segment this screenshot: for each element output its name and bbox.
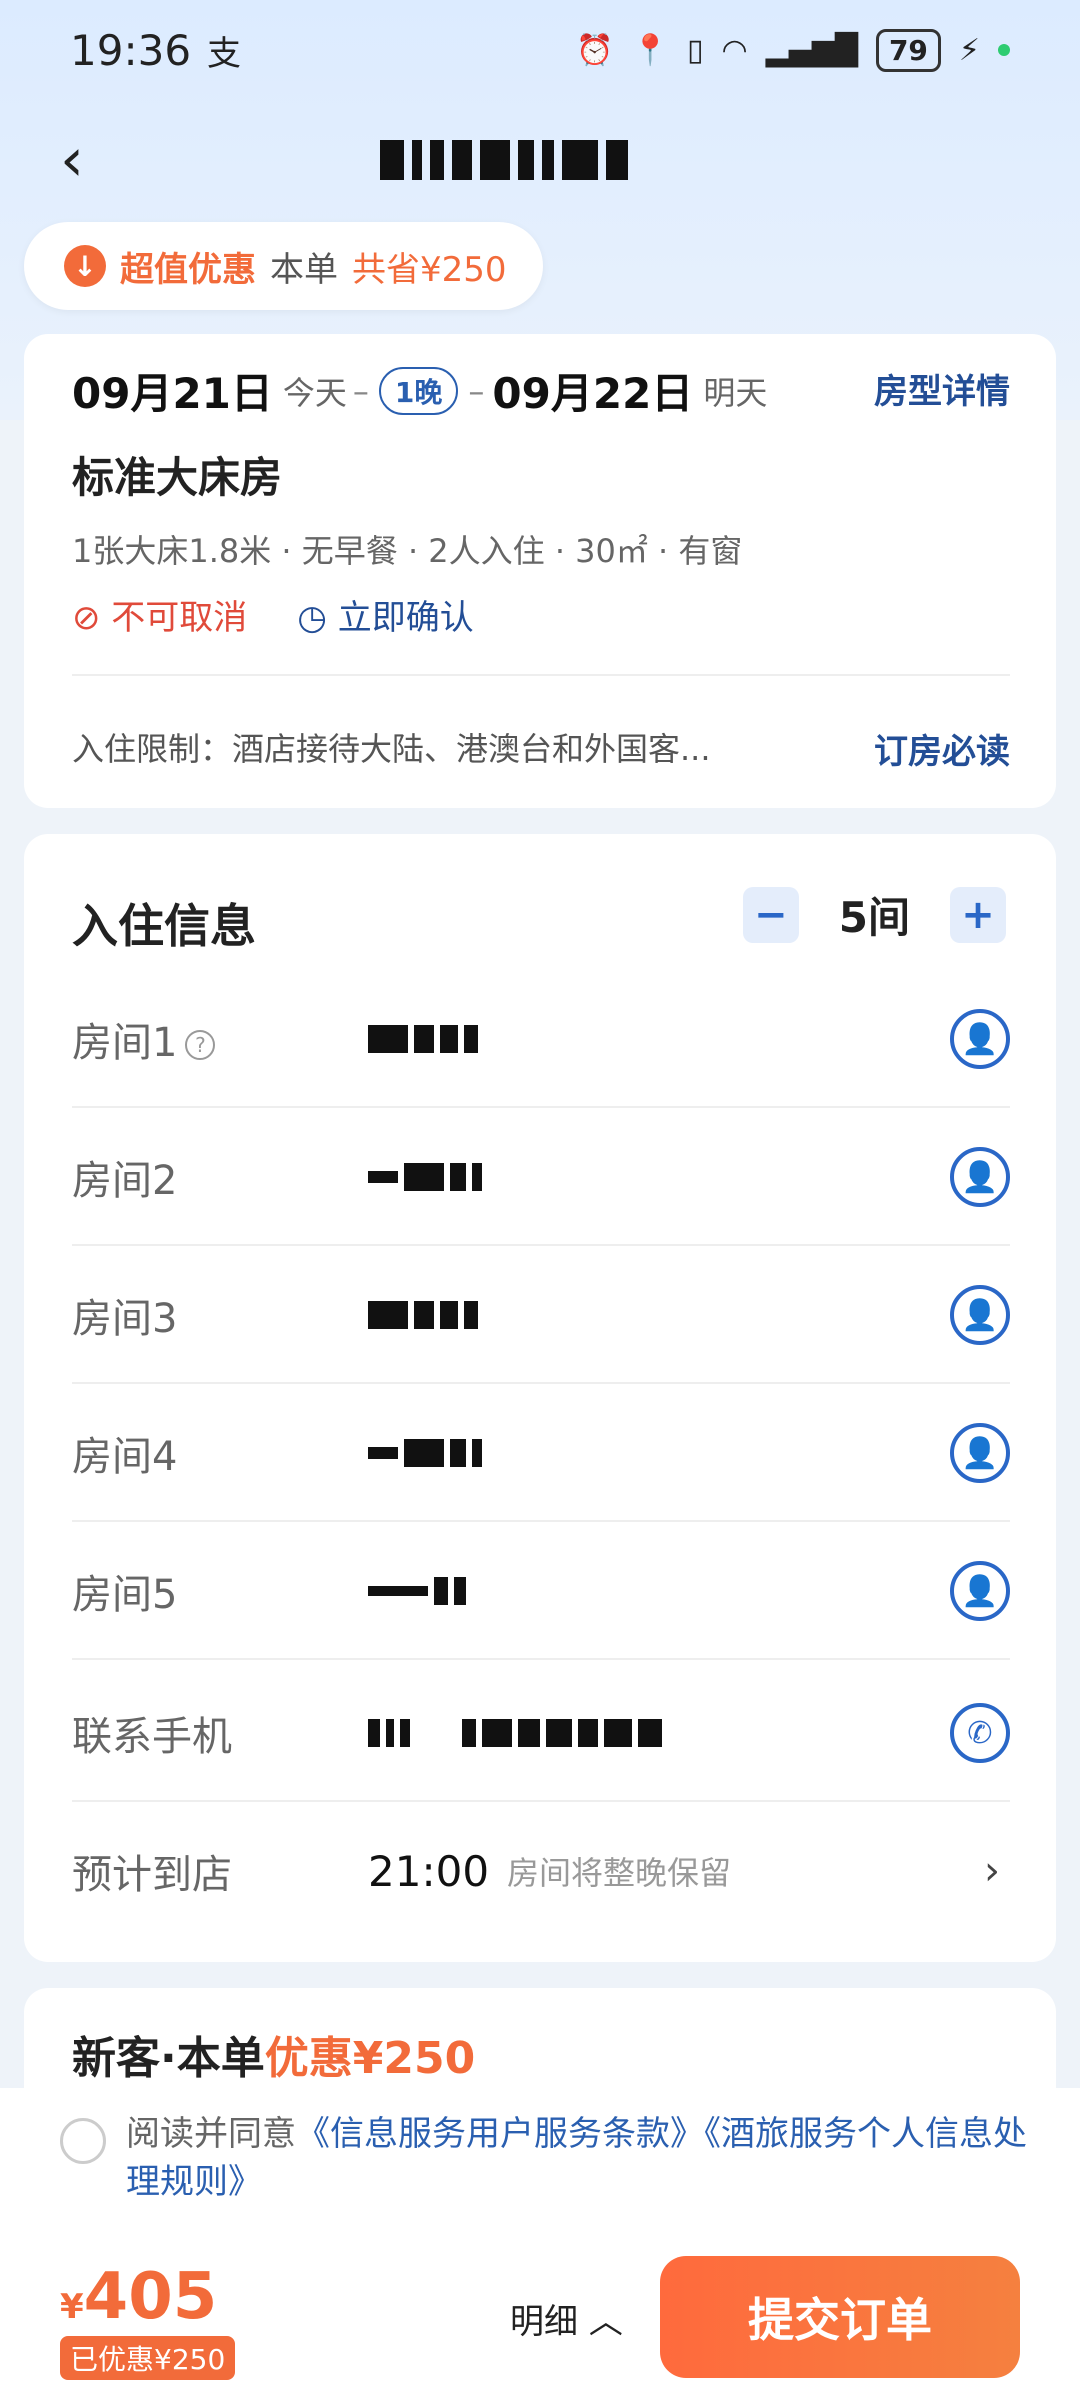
room-guest-row[interactable]: 房间1? 👤: [72, 970, 1010, 1108]
chevron-up-icon: ︿: [588, 2302, 623, 2342]
submit-order-button[interactable]: 提交订单: [660, 2256, 1020, 2378]
non-cancellable-tag: ⊘ 不可取消: [72, 590, 247, 639]
instant-confirm-label: 立即确认: [337, 598, 474, 638]
charging-icon: ⚡: [958, 32, 980, 68]
saved-badge: 已优惠¥250: [60, 2336, 236, 2380]
room-guest-row[interactable]: 房间2 👤: [72, 1108, 1010, 1246]
help-icon[interactable]: ?: [185, 1030, 216, 1060]
discount-arrow-icon: ↓: [64, 245, 106, 287]
checkout-date: 09月22日: [492, 369, 694, 418]
room-label: 房间5: [72, 1572, 178, 1618]
currency-symbol: ¥: [60, 2287, 84, 2327]
increase-rooms-button[interactable]: +: [950, 886, 1006, 943]
room-count-value: 5间: [838, 893, 910, 942]
status-icons: ⏰ 📍 ▯ ◠ ▂▄▆█ 79 ⚡: [576, 28, 1010, 72]
contact-person-icon[interactable]: 👤: [950, 1147, 1010, 1207]
clock-icon: ◷: [297, 598, 338, 638]
discount-amount: 优惠¥250: [264, 2033, 476, 2084]
location-icon: 📍: [631, 32, 669, 68]
checkin-restriction: 入住限制：酒店接待大陆、港澳台和外国客...: [72, 730, 711, 768]
contact-person-icon[interactable]: 👤: [950, 1423, 1010, 1483]
new-customer-discount: 新客·本单优惠¥250: [72, 2022, 475, 2086]
promo-text-prefix: 本单: [270, 249, 338, 290]
vibrate-icon: ▯: [686, 32, 704, 68]
guest-name-masked[interactable]: [368, 1439, 482, 1467]
back-arrow-icon[interactable]: ‹: [60, 128, 120, 192]
instant-confirm-tag: ◷ 立即确认: [297, 590, 473, 639]
agreement-section: 阅读并同意《信息服务用户服务条款》《酒旅服务个人信息处理规则》: [0, 2088, 1080, 2238]
guest-info-title: 入住信息: [72, 899, 256, 953]
signal-icon: ▂▄▆█: [765, 32, 858, 68]
guest-info-card: 入住信息 − 5间 + 房间1? 👤 房间2 👤 房间3 👤 房间4 👤 房间5…: [24, 834, 1056, 1962]
price-value: 405: [83, 2260, 218, 2334]
room-label: 房间3: [72, 1296, 178, 1342]
room-guest-row[interactable]: 房间5 👤: [72, 1522, 1010, 1660]
arrival-note: 房间将整晚保留: [507, 1854, 732, 1892]
contact-person-icon[interactable]: 👤: [950, 1285, 1010, 1345]
detail-label: 明细: [510, 2302, 578, 2342]
room-label: 房间2: [72, 1158, 178, 1204]
arrival-time-row[interactable]: 预计到店 21:00 房间将整晚保留 ›: [72, 1802, 1010, 1940]
contact-person-icon[interactable]: 👤: [950, 1561, 1010, 1621]
status-bar: 19:36 支 ⏰ 📍 ▯ ◠ ▂▄▆█ 79 ⚡: [0, 0, 1080, 100]
date-dash: –: [468, 371, 485, 410]
wifi-icon: ◠: [721, 32, 748, 68]
alipay-icon: 支: [207, 33, 242, 74]
guest-name-masked[interactable]: [368, 1301, 478, 1329]
non-cancellable-label: 不可取消: [111, 598, 248, 638]
date-range: 09月21日 今天 – 1晚 – 09月22日 明天: [72, 360, 767, 421]
room-label-text: 房间1: [72, 1020, 178, 1066]
battery-indicator: 79: [875, 28, 941, 72]
checkout-day: 明天: [703, 373, 768, 412]
promo-label: 超值优惠: [120, 249, 256, 290]
price-detail-toggle[interactable]: 明细 ︿: [510, 2294, 623, 2343]
date-dash: –: [352, 371, 369, 410]
prohibit-icon: ⊘: [72, 598, 112, 638]
guest-name-masked[interactable]: [368, 1163, 482, 1191]
nights-badge: 1晚: [378, 366, 459, 415]
total-price: ¥405: [60, 2260, 217, 2334]
room-name: 标准大床房: [72, 453, 283, 502]
phone-label: 联系手机: [72, 1714, 232, 1760]
promo-banner: ↓ 超值优惠 本单 共省¥250: [24, 222, 543, 310]
arrival-time-value: 21:00: [368, 1846, 490, 1896]
room-label: 房间4: [72, 1434, 178, 1480]
booking-summary-card: 09月21日 今天 – 1晚 – 09月22日 明天 房型详情 标准大床房 1张…: [24, 334, 1056, 808]
checkin-day: 今天: [282, 373, 347, 412]
contact-person-icon[interactable]: 👤: [950, 1009, 1010, 1069]
alarm-icon: ⏰: [576, 32, 614, 68]
room-attributes: 1张大床1.8米 · 无早餐 · 2人入住 · 30㎡ · 有窗: [72, 532, 743, 570]
must-read-link[interactable]: 订房必读: [874, 724, 1010, 773]
phone-number-masked[interactable]: [368, 1719, 662, 1747]
nav-bar: ‹: [0, 110, 1080, 210]
arrival-label: 预计到店: [72, 1852, 232, 1898]
agreement-checkbox[interactable]: [60, 2118, 106, 2164]
guest-name-masked[interactable]: [368, 1577, 466, 1605]
room-count-stepper: − 5间 +: [742, 884, 1006, 945]
agreement-text: 阅读并同意《信息服务用户服务条款》《酒旅服务个人信息处理规则》: [126, 2110, 1032, 2206]
divider: [72, 1658, 1010, 1660]
guest-name-masked[interactable]: [368, 1025, 478, 1053]
status-time: 19:36: [70, 25, 192, 75]
divider: [72, 674, 1010, 676]
contact-phone-row[interactable]: 联系手机 ✆: [72, 1664, 1010, 1802]
terms-link[interactable]: 《信息服务用户服务条款》: [296, 2114, 704, 2154]
room-guest-row[interactable]: 房间4 👤: [72, 1384, 1010, 1522]
bottom-bar: ¥405 已优惠¥250 明细 ︿ 提交订单: [0, 2238, 1080, 2400]
room-tags: ⊘ 不可取消 ◷ 立即确认: [72, 590, 474, 639]
phone-icon[interactable]: ✆: [950, 1703, 1010, 1763]
agreement-prefix: 阅读并同意: [126, 2114, 296, 2154]
room-guest-row[interactable]: 房间3 👤: [72, 1246, 1010, 1384]
decrease-rooms-button[interactable]: −: [742, 886, 799, 943]
checkin-date: 09月21日: [72, 369, 273, 418]
room-label: 房间1?: [72, 1010, 368, 1068]
promo-savings: 共省¥250: [352, 249, 507, 290]
chevron-right-icon[interactable]: ›: [984, 1848, 1000, 1894]
room-detail-link[interactable]: 房型详情: [874, 364, 1010, 413]
hotel-name-masked: [380, 132, 710, 188]
discount-prefix: 新客·本单: [72, 2033, 265, 2084]
privacy-dot: [998, 44, 1010, 56]
